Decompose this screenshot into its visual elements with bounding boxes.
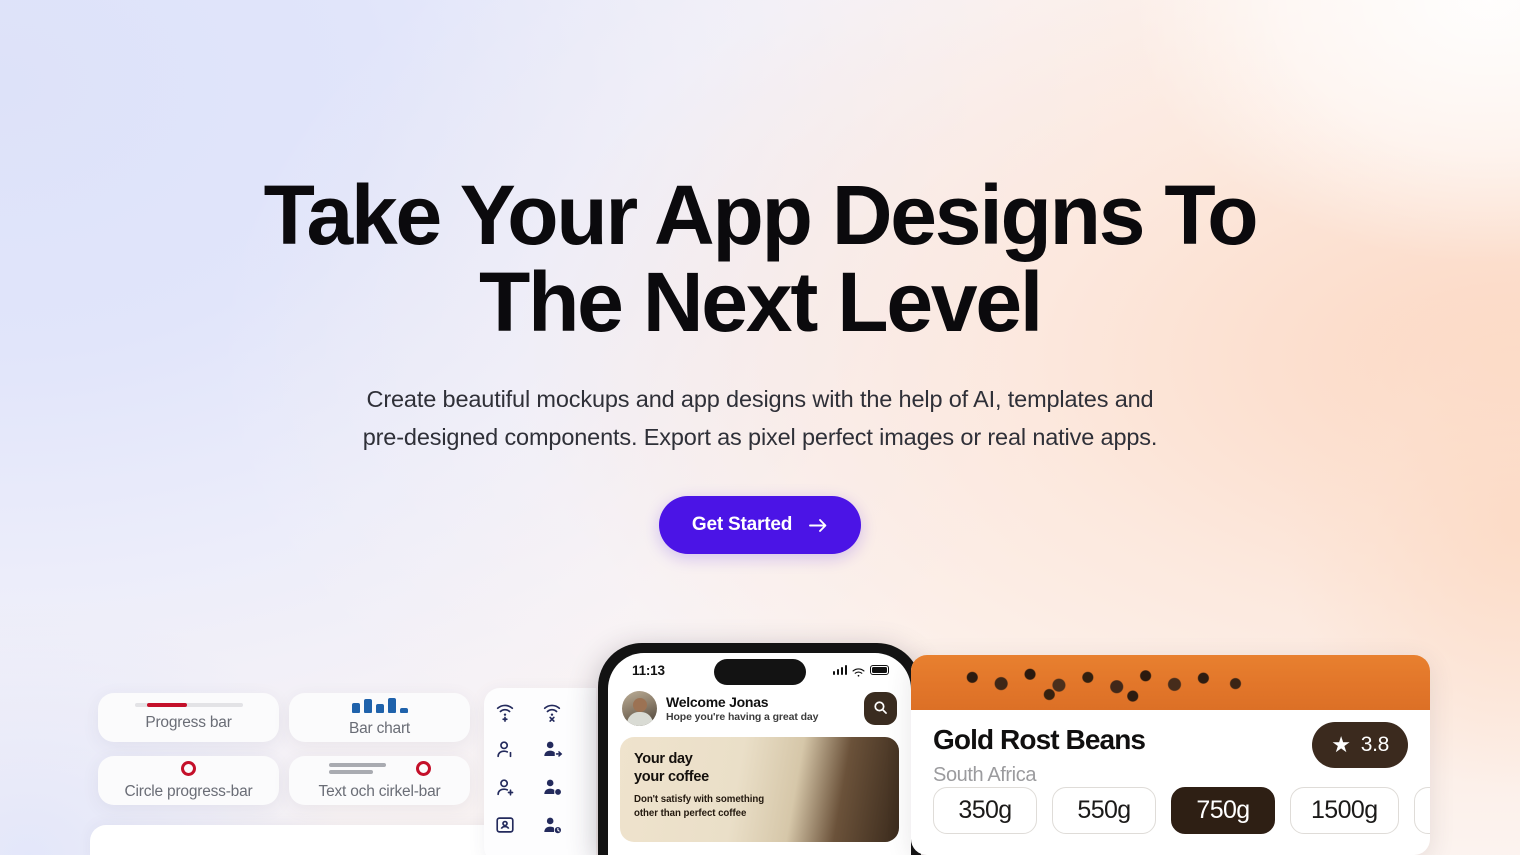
icon-library-panel[interactable] bbox=[484, 688, 596, 855]
id-card-outline-icon[interactable] bbox=[494, 814, 516, 836]
cta-container: Get Started bbox=[0, 496, 1520, 554]
battery-icon bbox=[870, 665, 889, 675]
promo-card[interactable]: Your day your coffee Don't satisfy with … bbox=[620, 737, 899, 842]
star-icon: ★ bbox=[1331, 732, 1351, 757]
arrow-right-icon bbox=[809, 518, 828, 533]
search-icon bbox=[873, 700, 888, 718]
showcase-section: Progress bar Bar chart Circle progress-b… bbox=[0, 640, 1520, 855]
rating-value: 3.8 bbox=[1360, 733, 1390, 756]
cellular-signal-icon bbox=[832, 665, 847, 675]
component-card-circle-progress-bar[interactable]: Circle progress-bar bbox=[98, 756, 279, 805]
promo-title-line2: your coffee bbox=[634, 769, 709, 785]
status-bar-time: 11:13 bbox=[632, 662, 665, 678]
hero-section: Take Your App Designs To The Next Level … bbox=[0, 0, 1520, 554]
promo-title: Your day your coffee bbox=[634, 750, 899, 786]
person-add-filled-icon[interactable] bbox=[541, 776, 563, 798]
component-card-progress-bar[interactable]: Progress bar bbox=[98, 693, 279, 742]
welcome-text-block: Welcome Jonas Hope you're having a great… bbox=[666, 694, 855, 723]
product-hero-image bbox=[911, 655, 1430, 710]
coffee-beans-scatter bbox=[952, 655, 1275, 707]
person-arrow-filled-icon[interactable] bbox=[541, 738, 563, 760]
weight-option-1500g[interactable]: 1500g bbox=[1290, 787, 1399, 834]
weight-option-550g[interactable]: 550g bbox=[1052, 787, 1156, 834]
phone-status-bar: 11:13 bbox=[608, 653, 911, 687]
weight-option-350g[interactable]: 350g bbox=[933, 787, 1037, 834]
product-body: Gold Rost Beans South Africa ★ 3.8 bbox=[911, 710, 1430, 787]
promo-desc-line1: Don't satisfy with something bbox=[634, 794, 765, 805]
page-title: Take Your App Designs To The Next Level bbox=[0, 172, 1520, 346]
component-card-text-circle-bar[interactable]: Text och cirkel-bar bbox=[289, 756, 470, 805]
welcome-title: Welcome Jonas bbox=[666, 694, 769, 710]
circle-progress-preview bbox=[181, 760, 196, 776]
welcome-subtitle: Hope you're having a great day bbox=[666, 711, 819, 723]
component-card-label: Text och cirkel-bar bbox=[318, 782, 441, 800]
weight-option-750g[interactable]: 750g bbox=[1171, 787, 1275, 834]
search-button[interactable] bbox=[864, 692, 897, 725]
component-card-placeholder[interactable] bbox=[90, 825, 519, 855]
get-started-button[interactable]: Get Started bbox=[658, 496, 862, 554]
phone-screen: 11:13 Welcome Jonas Hope you're having a… bbox=[608, 653, 911, 855]
hero-subtitle: Create beautiful mockups and app designs… bbox=[0, 380, 1520, 456]
person-outline-icon[interactable] bbox=[494, 738, 516, 760]
person-clock-filled-icon[interactable] bbox=[541, 814, 563, 836]
avatar bbox=[622, 691, 657, 726]
phone-mockup: 11:13 Welcome Jonas Hope you're having a… bbox=[598, 643, 921, 855]
component-card-bar-chart[interactable]: Bar chart bbox=[289, 693, 470, 742]
component-card-label: Circle progress-bar bbox=[124, 782, 253, 800]
promo-title-line1: Your day bbox=[634, 751, 693, 767]
phone-notch bbox=[713, 659, 806, 685]
page-title-line2: The Next Level bbox=[478, 255, 1043, 349]
coffee-pack-image bbox=[1230, 655, 1355, 683]
bar-chart-preview bbox=[351, 697, 408, 713]
get-started-label: Get Started bbox=[691, 514, 793, 535]
page-title-line1: Take Your App Designs To bbox=[263, 168, 1259, 262]
component-card-label: Progress bar bbox=[145, 714, 232, 731]
wifi-add-icon[interactable] bbox=[494, 700, 516, 722]
weight-option-2000g[interactable]: 2000g bbox=[1413, 787, 1430, 834]
component-card-label: Bar chart bbox=[348, 719, 411, 737]
wifi-off-icon[interactable] bbox=[541, 700, 563, 722]
status-bar-icons bbox=[832, 665, 889, 677]
product-detail-panel: Gold Rost Beans South Africa ★ 3.8 350g 5… bbox=[911, 655, 1430, 855]
promo-desc-line2: other than perfect coffee bbox=[634, 807, 747, 819]
hero-subtitle-line1: Create beautiful mockups and app designs… bbox=[366, 386, 1154, 412]
weight-option-row: 350g 550g 750g 1500g 2000g bbox=[933, 787, 1430, 834]
promo-description: Don't satisfy with something other than … bbox=[634, 793, 899, 820]
phone-welcome-row: Welcome Jonas Hope you're having a great… bbox=[608, 687, 911, 726]
rating-badge: ★ 3.8 bbox=[1312, 722, 1408, 768]
wifi-icon bbox=[852, 665, 865, 677]
text-circle-preview bbox=[328, 760, 431, 776]
person-gear-outline-icon[interactable] bbox=[494, 776, 516, 798]
progress-bar-preview bbox=[134, 703, 243, 707]
hero-subtitle-line2: pre-designed components. Export as pixel… bbox=[362, 424, 1158, 450]
